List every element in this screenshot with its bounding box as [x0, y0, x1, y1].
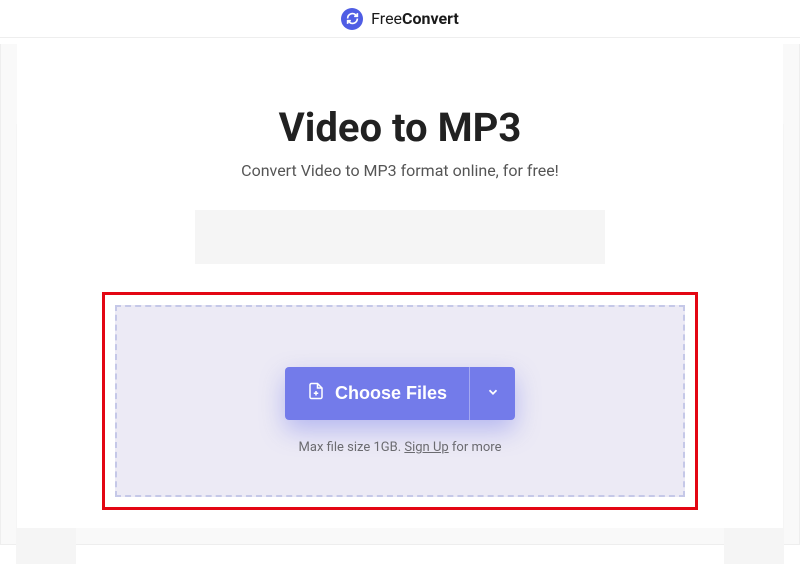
brand-text: FreeConvert: [371, 9, 459, 28]
page-subtitle: Convert Video to MP3 format online, for …: [17, 161, 783, 180]
chevron-down-icon: [486, 385, 500, 402]
file-dropzone[interactable]: Choose Files Max file size 1GB. Sign Up …: [115, 305, 685, 497]
convert-icon: [341, 8, 363, 30]
choose-files-dropdown[interactable]: [469, 367, 515, 420]
choose-files-label: Choose Files: [335, 383, 447, 404]
highlight-annotation: Choose Files Max file size 1GB. Sign Up …: [102, 292, 698, 510]
page-title: Video to MP3: [17, 104, 783, 151]
choose-files-button[interactable]: Choose Files: [285, 367, 469, 420]
page-body: Video to MP3 Convert Video to MP3 format…: [0, 44, 800, 545]
file-add-icon: [307, 381, 325, 406]
file-size-note: Max file size 1GB. Sign Up for more: [137, 440, 663, 455]
content-area: Video to MP3 Convert Video to MP3 format…: [17, 44, 783, 528]
brand-logo[interactable]: FreeConvert: [341, 8, 459, 30]
ad-banner: [195, 210, 605, 264]
header: FreeConvert: [0, 0, 800, 38]
sign-up-link[interactable]: Sign Up: [404, 440, 448, 455]
choose-files-group: Choose Files: [285, 367, 515, 420]
